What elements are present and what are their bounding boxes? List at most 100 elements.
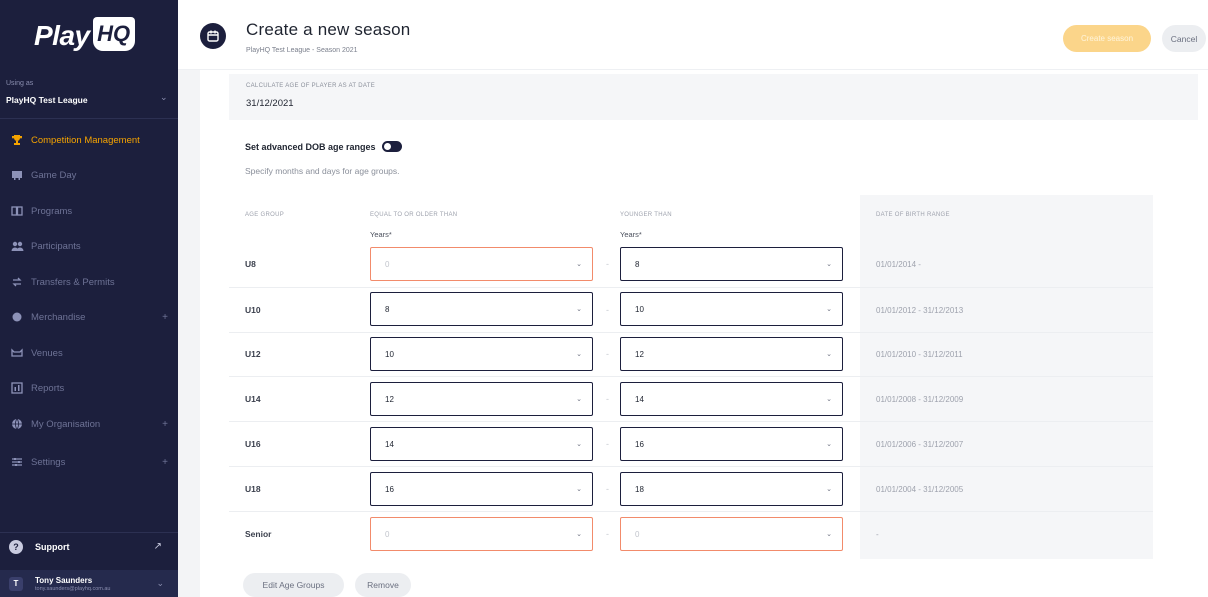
sidebar-item-my-organisation[interactable]: My Organisation + [0, 412, 178, 436]
older-than-select[interactable]: 0 ⌄ [370, 247, 593, 281]
sidebar-item-settings[interactable]: Settings + [0, 450, 178, 474]
range-separator: - [606, 349, 609, 359]
years-label-younger: Years* [620, 230, 642, 239]
advanced-dob-toggle[interactable] [381, 141, 402, 152]
chevron-down-icon: ⌄ [826, 531, 832, 538]
younger-than-select[interactable]: 18 ⌄ [620, 472, 843, 506]
sidebar-item-competition-management[interactable]: Competition Management [0, 128, 178, 152]
org-name[interactable]: PlayHQ Test League [6, 95, 88, 105]
reports-icon [10, 381, 24, 395]
sidebar-item-reports[interactable]: Reports [0, 376, 178, 400]
sidebar-item-participants[interactable]: Participants [0, 234, 178, 258]
advanced-dob-label: Set advanced DOB age ranges [245, 141, 376, 152]
sidebar-item-label: Reports [31, 382, 65, 394]
chevron-down-icon[interactable]: ⌄ [160, 92, 168, 103]
chevron-down-icon: ⌄ [156, 578, 164, 588]
older-than-select[interactable]: 10 ⌄ [370, 337, 593, 371]
row-divider [229, 376, 1153, 377]
cancel-button[interactable]: Cancel [1162, 25, 1206, 52]
user-menu[interactable]: T Tony Saunders tony.saunders@playhq.com… [0, 570, 178, 597]
select-value: 8 [385, 304, 390, 314]
remove-button[interactable]: Remove [355, 573, 411, 597]
sidebar-item-label: Settings [31, 456, 66, 468]
select-value: 0 [385, 259, 390, 269]
younger-than-select[interactable]: 8 ⌄ [620, 247, 843, 281]
sidebar: Play HQ Using as PlayHQ Test League ⌄ Co… [0, 0, 178, 597]
select-value: 14 [635, 394, 644, 404]
edit-age-groups-button[interactable]: Edit Age Groups [243, 573, 344, 597]
younger-than-select[interactable]: 10 ⌄ [620, 292, 843, 326]
page-title: Create a new season [246, 20, 411, 39]
sidebar-item-label: Venues [31, 347, 63, 359]
advanced-dob-toggle-row: Set advanced DOB age ranges [245, 141, 402, 152]
range-separator: - [606, 439, 609, 449]
globe-icon [10, 417, 24, 431]
logo-text: Play [34, 20, 90, 51]
help-icon: ? [9, 539, 23, 554]
younger-than-select[interactable]: 14 ⌄ [620, 382, 843, 416]
select-value: 10 [635, 304, 644, 314]
trophy-icon [10, 133, 24, 147]
years-label-older: Years* [370, 230, 392, 239]
row-divider [229, 511, 1153, 512]
select-value: 8 [635, 259, 640, 269]
older-than-select[interactable]: 16 ⌄ [370, 472, 593, 506]
dob-range: 01/01/2012 - 31/12/2013 [876, 306, 964, 315]
user-email: tony.saunders@playhq.com.au [35, 585, 111, 592]
age-group-label: U14 [245, 394, 261, 404]
sidebar-item-transfers-permits[interactable]: Transfers & Permits [0, 270, 178, 294]
age-group-label: U16 [245, 439, 261, 449]
programs-icon [10, 204, 24, 218]
older-than-select[interactable]: 8 ⌄ [370, 292, 593, 326]
age-group-label: U12 [245, 349, 261, 359]
plus-icon[interactable]: + [162, 419, 168, 430]
chevron-down-icon: ⌄ [826, 441, 832, 448]
plus-icon[interactable]: + [162, 312, 168, 323]
header-younger-than: YOUNGER THAN [620, 212, 672, 218]
support-link[interactable]: ? Support ↗ [0, 532, 178, 560]
sidebar-item-venues[interactable]: Venues [0, 341, 178, 365]
sidebar-item-game-day[interactable]: Game Day [0, 163, 178, 187]
calendar-icon [200, 23, 226, 49]
range-separator: - [606, 529, 609, 539]
sidebar-item-label: Competition Management [31, 134, 140, 146]
older-than-select[interactable]: 12 ⌄ [370, 382, 593, 416]
merchandise-icon [10, 310, 24, 324]
header-dob-range: DATE OF BIRTH RANGE [876, 212, 950, 218]
sidebar-item-label: Programs [31, 205, 73, 217]
sidebar-item-programs[interactable]: Programs [0, 199, 178, 223]
dob-range: 01/01/2006 - 31/12/2007 [876, 440, 964, 449]
younger-than-select[interactable]: 0 ⌄ [620, 517, 843, 551]
support-label: Support [35, 541, 70, 552]
older-than-select[interactable]: 14 ⌄ [370, 427, 593, 461]
people-icon [10, 239, 24, 253]
age-date-value[interactable]: 31/12/2021 [246, 98, 294, 109]
playhq-logo[interactable]: Play HQ [34, 16, 135, 56]
select-value: 18 [635, 484, 644, 494]
divider [0, 118, 178, 119]
row-divider [229, 332, 1153, 333]
range-separator: - [606, 259, 609, 269]
age-group-label: U8 [245, 259, 256, 269]
select-value: 16 [635, 439, 644, 449]
older-than-select[interactable]: 0 ⌄ [370, 517, 593, 551]
range-separator: - [606, 305, 609, 315]
sidebar-item-label: Game Day [31, 169, 77, 181]
sidebar-item-label: My Organisation [31, 418, 101, 430]
chevron-down-icon: ⌄ [826, 396, 832, 403]
create-season-button[interactable]: Create season [1063, 25, 1151, 52]
dob-range: 01/01/2008 - 31/12/2009 [876, 395, 964, 404]
sidebar-item-merchandise[interactable]: Merchandise + [0, 305, 178, 329]
select-value: 16 [385, 484, 394, 494]
chevron-down-icon: ⌄ [576, 396, 582, 403]
external-link-icon: ↗ [153, 541, 162, 552]
plus-icon[interactable]: + [162, 457, 168, 468]
age-date-panel [229, 74, 1198, 120]
user-name: Tony Saunders [35, 575, 93, 585]
younger-than-select[interactable]: 12 ⌄ [620, 337, 843, 371]
transfer-icon [10, 275, 24, 289]
scoreboard-icon [10, 168, 24, 182]
age-group-label: U18 [245, 484, 261, 494]
younger-than-select[interactable]: 16 ⌄ [620, 427, 843, 461]
select-value: 0 [635, 529, 640, 539]
